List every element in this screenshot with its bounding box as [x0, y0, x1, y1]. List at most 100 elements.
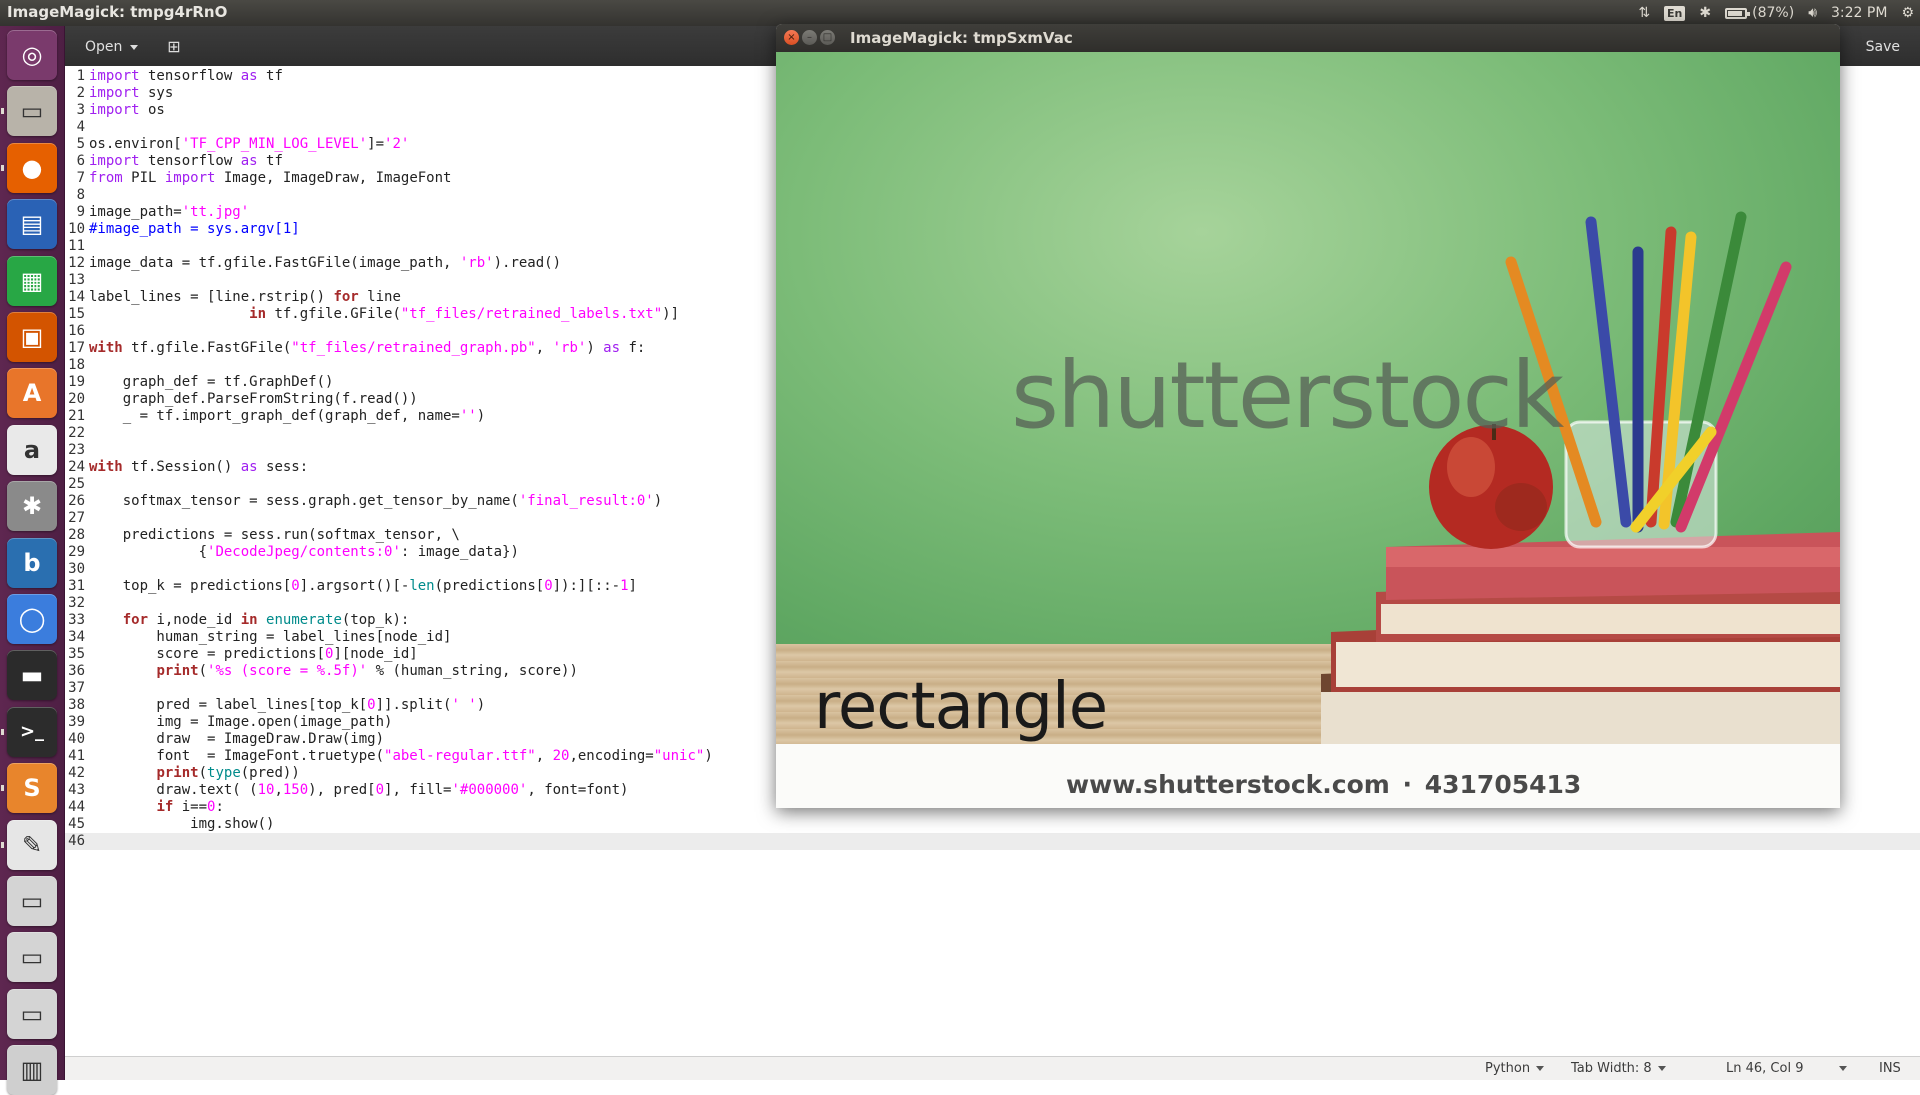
code-text: import os: [89, 102, 165, 118]
code-text: _ = tf.import_graph_def(graph_def, name=…: [89, 408, 486, 424]
chevron-down-icon: [1536, 1066, 1545, 1071]
line-number: 2: [76, 85, 85, 101]
volume-icon[interactable]: 🔊︎: [1808, 3, 1817, 23]
line-number: 46: [68, 833, 85, 849]
language-selector[interactable]: Python: [1485, 1061, 1545, 1076]
code-text: img.show(): [89, 816, 275, 832]
code-text: if i==0:: [156, 799, 224, 815]
firefox-icon[interactable]: ●: [7, 142, 57, 193]
line-number: 12: [68, 255, 85, 271]
line-number: 21: [68, 408, 85, 424]
cursor-position-selector[interactable]: Ln 46, Col 9: [1726, 1061, 1848, 1076]
line-number: 30: [68, 561, 85, 577]
chevron-down-icon: [1839, 1066, 1848, 1071]
line-number: 37: [68, 680, 85, 696]
close-icon[interactable]: ×: [784, 30, 799, 45]
chromium-icon[interactable]: ◯: [7, 594, 57, 644]
amazon-icon[interactable]: a: [7, 424, 57, 475]
network-icon[interactable]: ⇅: [1638, 3, 1650, 23]
running-indicator: [1, 164, 4, 171]
maximize-icon[interactable]: □: [820, 30, 835, 45]
trash-icon[interactable]: ▥: [7, 1045, 57, 1095]
system-settings-icon[interactable]: ✱: [7, 481, 57, 532]
line-number: 8: [76, 187, 85, 203]
line-number: 35: [68, 646, 85, 662]
running-indicator: [1, 728, 4, 735]
code-text: from PIL import Image, ImageDraw, ImageF…: [89, 170, 452, 186]
code-text: {'DecodeJpeg/contents:0': image_data}): [89, 544, 519, 560]
sublime-text-icon[interactable]: S: [7, 763, 57, 814]
battery-level-fill: [1728, 10, 1743, 16]
language-label: Python: [1485, 1061, 1531, 1076]
text-editor-icon[interactable]: ✎: [7, 819, 57, 870]
terminal-icon[interactable]: >_: [7, 706, 57, 757]
line-number: 17: [68, 340, 85, 356]
stock-url: www.shutterstock.com · 431705413: [1066, 770, 1582, 799]
battery-percent: (87%): [1752, 5, 1795, 21]
line-number: 36: [68, 663, 85, 679]
book-stack: [1321, 532, 1840, 752]
software-center-icon[interactable]: A: [7, 368, 57, 419]
line-number: 22: [68, 425, 85, 441]
prediction-label: rectangle: [814, 670, 1108, 744]
line-number: 4: [76, 119, 85, 135]
code-line[interactable]: 46: [65, 833, 1920, 850]
libreoffice-writer-icon[interactable]: ▤: [7, 199, 57, 250]
imagemagick-titlebar[interactable]: × – □ ImageMagick: tmpSxmVac: [776, 24, 1840, 52]
open-button[interactable]: Open: [77, 34, 146, 60]
insert-mode[interactable]: INS: [1879, 1061, 1901, 1076]
code-text: with tf.Session() as sess:: [89, 459, 309, 475]
line-number: 43: [68, 782, 85, 798]
code-text: label_lines = [line.rstrip() for line: [89, 289, 401, 305]
libreoffice-impress-icon[interactable]: ▣: [7, 312, 57, 362]
code-text: human_string = label_lines[node_id]: [89, 629, 452, 645]
bluetooth-icon[interactable]: ✱: [1699, 3, 1711, 23]
disk-drive-2-icon[interactable]: ▭: [7, 932, 57, 983]
keyboard-layout-indicator[interactable]: En: [1664, 3, 1686, 23]
line-number: 33: [68, 612, 85, 628]
new-document-icon[interactable]: ⊞: [163, 35, 185, 57]
line-number: 39: [68, 714, 85, 730]
line-number: 26: [68, 493, 85, 509]
line-number: 38: [68, 697, 85, 713]
code-text: for i,node_id in enumerate(top_k):: [122, 612, 410, 628]
save-button[interactable]: Save: [1858, 34, 1908, 60]
clock[interactable]: 3:22 PM: [1831, 3, 1887, 23]
watermark-text: shutterstock: [1011, 342, 1564, 449]
line-number: 34: [68, 629, 85, 645]
code-text: graph_def.ParseFromString(f.read()): [89, 391, 418, 407]
code-text: with tf.gfile.FastGFile("tf_files/retrai…: [89, 340, 646, 356]
disk-drive-icon[interactable]: ▭: [7, 876, 57, 926]
code-text: #image_path = sys.argv[1]: [89, 221, 300, 237]
battery-indicator[interactable]: (87%): [1725, 3, 1794, 23]
chevron-down-icon: [1657, 1066, 1666, 1071]
imagemagick-window: × – □ ImageMagick: tmpSxmVac shutterstoc…: [776, 24, 1840, 808]
line-number: 24: [68, 459, 85, 475]
line-number: 20: [68, 391, 85, 407]
active-window-title: ImageMagick: tmpg4rRnO: [7, 3, 228, 21]
line-number: 45: [68, 816, 85, 832]
code-text: graph_def = tf.GraphDef(): [89, 374, 334, 390]
ubuntu-dash-icon[interactable]: ◎: [7, 30, 57, 80]
code-text: print(type(pred)): [156, 765, 300, 781]
displayed-image[interactable]: shutterstock rectangle www.shutterstock.…: [776, 52, 1840, 808]
libreoffice-calc-icon[interactable]: ▦: [7, 255, 57, 306]
monitor-icon[interactable]: ▬: [7, 650, 57, 701]
line-number: 7: [76, 170, 85, 186]
system-gear-icon[interactable]: ⚙: [1901, 3, 1914, 23]
imagemagick-window-title: ImageMagick: tmpSxmVac: [850, 29, 1073, 47]
code-text: draw.text( (10,150), pred[0], fill='#000…: [89, 782, 629, 798]
code-text: img = Image.open(image_path): [89, 714, 393, 730]
code-line[interactable]: 45 img.show(): [65, 816, 1920, 833]
tab-width-selector[interactable]: Tab Width: 8: [1571, 1061, 1666, 1076]
line-number: 41: [68, 748, 85, 764]
disk-drive-3-icon[interactable]: ▭: [7, 988, 57, 1039]
line-number: 13: [68, 272, 85, 288]
minimize-icon[interactable]: –: [802, 30, 817, 45]
line-number: 5: [76, 136, 85, 152]
line-number: 9: [76, 204, 85, 220]
code-text: os.environ['TF_CPP_MIN_LOG_LEVEL']='2': [89, 136, 410, 152]
bing-icon[interactable]: b: [7, 537, 57, 588]
code-text: import tensorflow as tf: [89, 68, 283, 84]
files-icon[interactable]: ▭: [7, 86, 57, 137]
